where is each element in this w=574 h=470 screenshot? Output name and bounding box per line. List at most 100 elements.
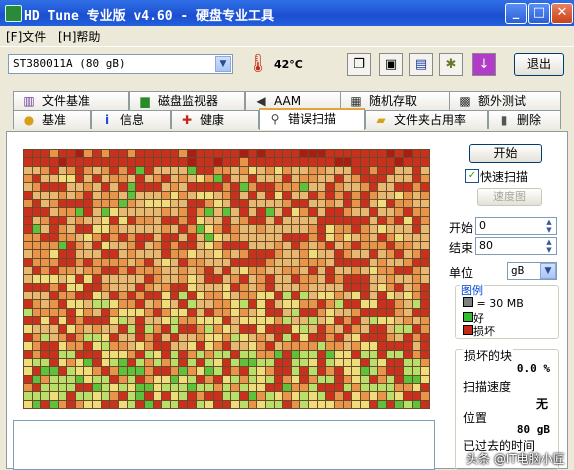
scan-block bbox=[386, 158, 395, 166]
speed-map-button[interactable]: 速度图 bbox=[477, 188, 542, 206]
scan-block bbox=[343, 241, 352, 250]
scan-block bbox=[283, 358, 291, 367]
scan-block bbox=[265, 216, 274, 225]
scan-block bbox=[32, 225, 41, 233]
scan-block bbox=[222, 400, 231, 408]
scan-block bbox=[334, 183, 343, 191]
download-icon[interactable]: ↓ bbox=[472, 53, 496, 76]
scan-block bbox=[24, 208, 32, 216]
scan-block bbox=[274, 233, 283, 241]
end-spinner-icon[interactable]: ▲ ▼ bbox=[542, 238, 556, 254]
tab-disk-monitor[interactable]: ▆ 磁盘监视器 bbox=[129, 91, 245, 110]
scan-block bbox=[32, 342, 41, 350]
scan-block bbox=[257, 158, 265, 166]
scan-block bbox=[334, 400, 343, 408]
start-spinner-icon[interactable]: ▲ ▼ bbox=[542, 218, 556, 234]
scan-block bbox=[369, 250, 378, 258]
tab-extra-tests[interactable]: ▩ 额外测试 bbox=[449, 91, 561, 110]
save-icon[interactable]: ▤ bbox=[409, 53, 433, 76]
scan-block bbox=[222, 183, 231, 191]
scan-block bbox=[214, 392, 222, 400]
scan-block bbox=[222, 358, 231, 367]
scan-block bbox=[162, 367, 170, 375]
scan-block bbox=[75, 208, 84, 216]
exit-button[interactable]: 退出 bbox=[514, 53, 564, 76]
scan-block bbox=[412, 233, 421, 241]
scan-block bbox=[32, 283, 41, 292]
scan-block bbox=[300, 308, 309, 317]
scan-block bbox=[153, 183, 162, 191]
scan-block bbox=[231, 241, 239, 250]
scan-block bbox=[67, 183, 75, 191]
scan-block bbox=[144, 266, 153, 275]
scan-block bbox=[248, 191, 257, 200]
scan-block bbox=[41, 358, 49, 367]
drive-select[interactable]: ST380011A (80 gB) ▼ bbox=[8, 54, 233, 74]
scan-block bbox=[395, 342, 404, 350]
scan-block bbox=[291, 175, 300, 183]
menu-help[interactable]: [H]帮助 bbox=[58, 28, 100, 45]
scan-block bbox=[334, 150, 343, 158]
scan-block bbox=[265, 350, 274, 358]
scan-block bbox=[248, 200, 257, 208]
scan-block bbox=[75, 150, 84, 158]
scan-block bbox=[369, 367, 378, 375]
scan-block bbox=[93, 342, 101, 350]
quick-scan-checkbox[interactable]: ✓ bbox=[465, 169, 479, 183]
scan-block bbox=[32, 308, 41, 317]
scan-block bbox=[222, 258, 231, 266]
scan-block bbox=[214, 233, 222, 241]
scan-block bbox=[412, 225, 421, 233]
paste-icon[interactable]: ▣ bbox=[379, 53, 403, 76]
tab-error-scan[interactable]: ⚲ 错误扫描 bbox=[259, 108, 365, 130]
minimize-button[interactable]: _ bbox=[505, 3, 527, 24]
start-scan-button[interactable]: 开始 bbox=[469, 144, 542, 163]
close-button[interactable]: ✕ bbox=[551, 3, 573, 24]
scan-block bbox=[317, 367, 326, 375]
scan-block bbox=[360, 216, 369, 225]
scan-block bbox=[222, 200, 231, 208]
scan-block bbox=[334, 266, 343, 275]
tab-benchmark[interactable]: ● 基准 bbox=[13, 110, 91, 129]
menu-file[interactable]: [F]文件 bbox=[6, 28, 46, 45]
scan-block bbox=[119, 392, 127, 400]
scan-block bbox=[205, 258, 214, 266]
tab-health[interactable]: ✚ 健康 bbox=[171, 110, 259, 129]
tab-folder-usage[interactable]: ▰ 文件夹占用率 bbox=[365, 110, 488, 129]
tab-file-benchmark[interactable]: ▥ 文件基准 bbox=[13, 91, 129, 110]
scan-block bbox=[343, 392, 352, 400]
scan-block bbox=[239, 266, 248, 275]
scan-block bbox=[404, 250, 412, 258]
scan-block bbox=[32, 275, 41, 283]
scan-block bbox=[24, 250, 32, 258]
scan-block bbox=[404, 225, 412, 233]
scan-block bbox=[326, 241, 334, 250]
scan-block bbox=[170, 400, 179, 408]
scan-block bbox=[291, 275, 300, 283]
scan-block bbox=[412, 283, 421, 292]
tab-erase[interactable]: ▮ 删除 bbox=[488, 110, 561, 129]
scan-block bbox=[257, 308, 265, 317]
scan-block bbox=[119, 250, 127, 258]
scan-block bbox=[162, 166, 170, 175]
scan-block bbox=[386, 383, 395, 392]
tab-label: 基准 bbox=[42, 113, 67, 127]
scan-block bbox=[352, 158, 360, 166]
copy-icon[interactable]: ❐ bbox=[347, 53, 371, 76]
tab-info[interactable]: i 信息 bbox=[91, 110, 171, 129]
scan-block bbox=[170, 383, 179, 392]
scan-block bbox=[101, 392, 110, 400]
scan-block bbox=[49, 183, 58, 191]
scan-block bbox=[84, 375, 93, 383]
chevron-down-icon[interactable]: ▼ bbox=[215, 56, 231, 72]
scan-block bbox=[75, 308, 84, 317]
chevron-down-icon[interactable]: ▼ bbox=[540, 263, 556, 279]
scan-block bbox=[239, 383, 248, 392]
maximize-button[interactable]: □ bbox=[528, 3, 550, 24]
options-icon[interactable]: ✱ bbox=[439, 53, 463, 76]
scan-block bbox=[205, 200, 214, 208]
scan-block bbox=[179, 200, 188, 208]
scan-block bbox=[205, 333, 214, 342]
scan-block bbox=[110, 292, 119, 300]
scan-speed-label: 扫描速度 bbox=[463, 380, 512, 394]
